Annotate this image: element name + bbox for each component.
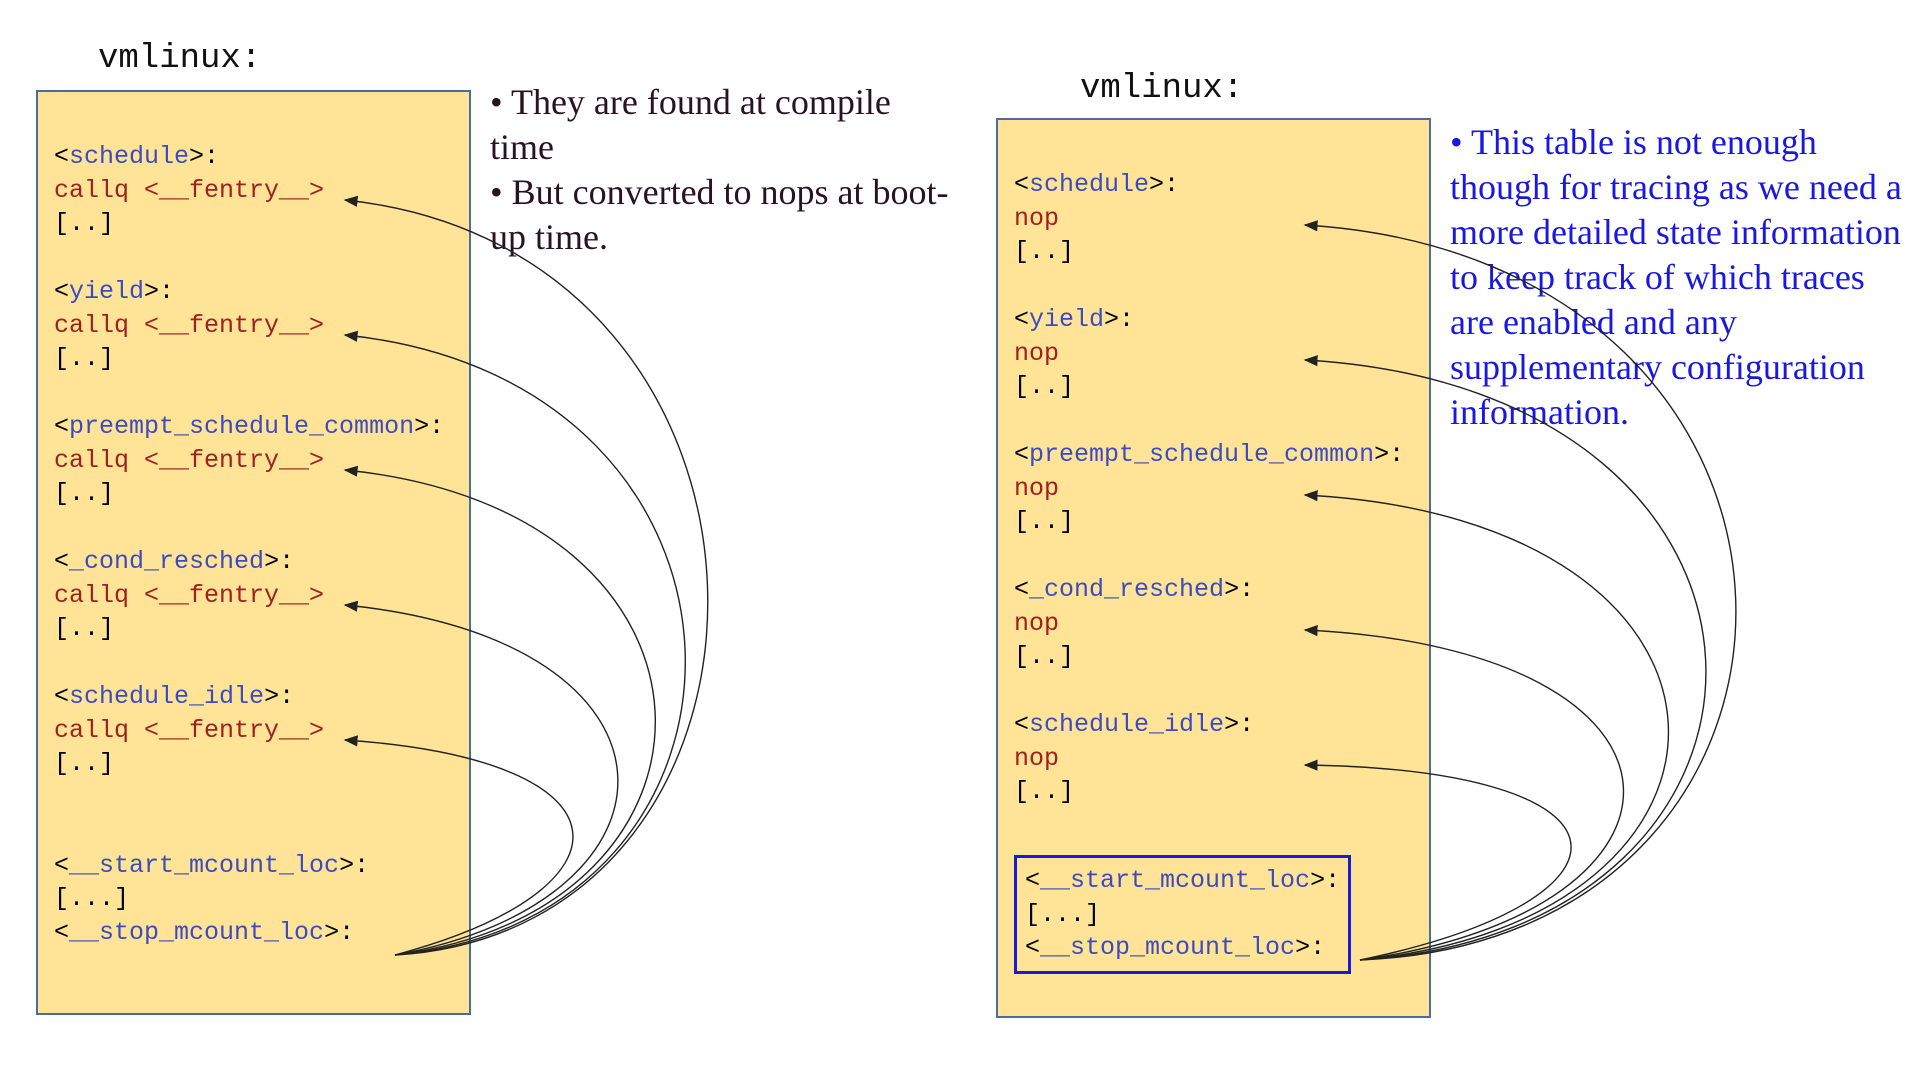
left-fn1-instr: callq <__fentry__> [54,311,324,340]
left-fn1-rest: [..] [54,344,114,373]
right-fn3-rest: [..] [1014,642,1074,671]
right-mcount-start: __start_mcount_loc [1040,866,1310,895]
right-mcount-body: [...] [1025,900,1100,929]
right-fn1-instr: nop [1014,339,1059,368]
right-fn1-name: yield [1029,305,1104,334]
right-fn0-name: schedule [1029,170,1149,199]
left-fn0-rest: [..] [54,209,114,238]
right-fn2-rest: [..] [1014,507,1074,536]
right-fn2-instr: nop [1014,474,1059,503]
right-codebox: <schedule>: nop [..] <yield>: nop [..] <… [996,118,1431,1018]
left-fn4-rest: [..] [54,749,114,778]
left-fn4-name: schedule_idle [69,682,264,711]
left-mcount-stop: __stop_mcount_loc [69,918,324,947]
right-fn4-rest: [..] [1014,777,1074,806]
left-codebox: <schedule>: callq <__fentry__> [..] <yie… [36,90,471,1015]
right-fn0-rest: [..] [1014,237,1074,266]
left-fn2-name: preempt_schedule_common [69,412,414,441]
right-fn3-name: _cond_resched [1029,575,1224,604]
left-fn2-instr: callq <__fentry__> [54,446,324,475]
left-mcount-body: [...] [54,884,129,913]
left-fn0-name: schedule [69,142,189,171]
right-fn4-name: schedule_idle [1029,710,1224,739]
left-note: • They are found at compile time • But c… [490,80,950,260]
left-fn3-name: _cond_resched [69,547,264,576]
left-mcount-start: __start_mcount_loc [69,851,339,880]
left-fn1-name: yield [69,277,144,306]
right-fn1-rest: [..] [1014,372,1074,401]
right-fn3-instr: nop [1014,609,1059,638]
left-fn3-instr: callq <__fentry__> [54,581,324,610]
right-title: vmlinux: [1080,70,1243,108]
right-mcount-box: <__start_mcount_loc>: [...] <__stop_mcou… [1014,855,1351,974]
left-fn4-instr: callq <__fentry__> [54,716,324,745]
left-fn2-rest: [..] [54,479,114,508]
right-note: • This table is not enough though for tr… [1450,120,1910,435]
right-mcount-stop: __stop_mcount_loc [1040,933,1295,962]
right-fn4-instr: nop [1014,744,1059,773]
left-fn3-rest: [..] [54,614,114,643]
right-fn0-instr: nop [1014,204,1059,233]
right-fn2-name: preempt_schedule_common [1029,440,1374,469]
left-title: vmlinux: [98,40,261,78]
left-fn0-instr: callq <__fentry__> [54,176,324,205]
